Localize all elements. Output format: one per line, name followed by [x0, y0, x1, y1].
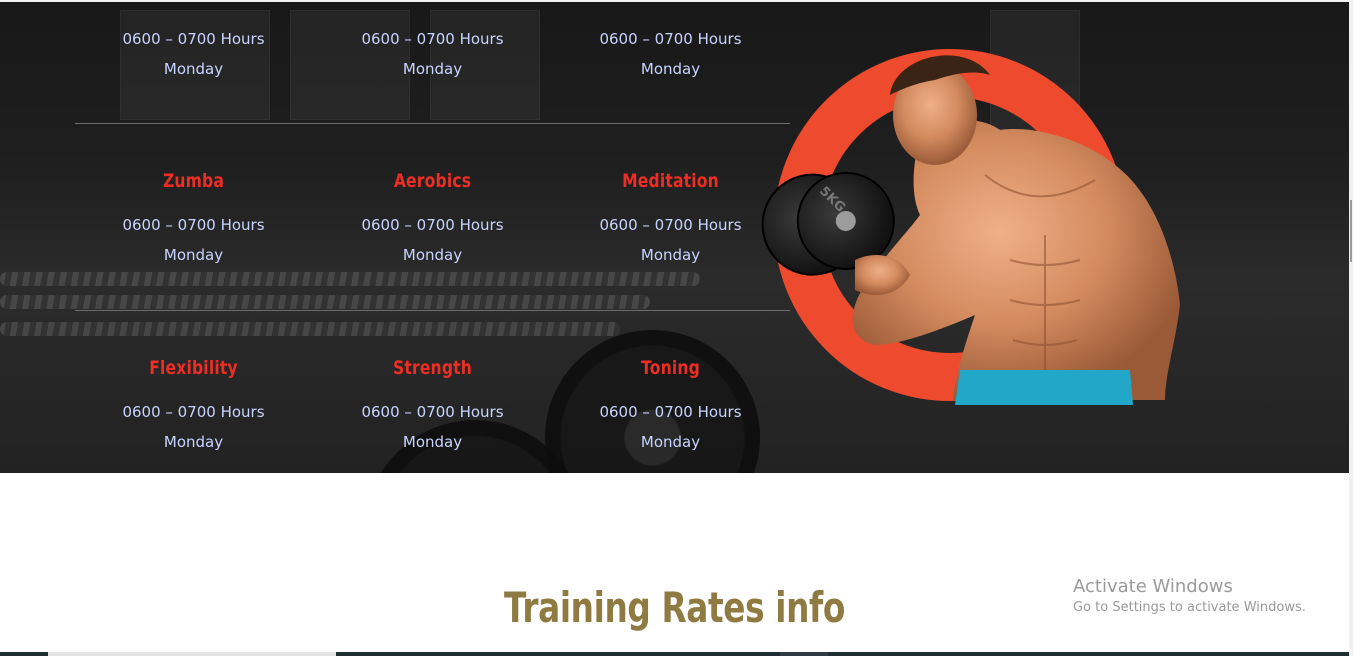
class-time: 0600 – 0700 Hours	[122, 403, 265, 421]
class-card: Strength 0600 – 0700 Hours Monday	[313, 357, 552, 457]
class-time: 0600 – 0700 Hours	[361, 216, 504, 234]
class-card: Flexibility 0600 – 0700 Hours Monday	[74, 357, 313, 457]
watermark-title: Activate Windows	[1073, 576, 1233, 597]
scrollbar-thumb[interactable]	[1350, 200, 1352, 262]
class-day: Monday	[163, 246, 224, 264]
pricing-card-edge	[0, 652, 48, 656]
class-name: Aerobics	[393, 170, 472, 192]
athlete-shorts	[955, 370, 1133, 405]
top-border	[0, 0, 1349, 2]
schedule-divider	[75, 123, 790, 124]
class-day: Monday	[402, 60, 463, 78]
class-card: 0600 – 0700 Hours Monday	[313, 24, 552, 84]
class-day: Monday	[640, 433, 701, 451]
class-name: Flexibility	[149, 357, 238, 379]
background-rope	[0, 295, 650, 309]
pricing-card-edge	[828, 652, 1349, 656]
class-card: Zumba 0600 – 0700 Hours Monday	[74, 170, 313, 270]
class-day: Monday	[402, 433, 463, 451]
pricing-card-edge	[780, 652, 828, 656]
class-time: 0600 – 0700 Hours	[122, 216, 265, 234]
class-time: 0600 – 0700 Hours	[361, 403, 504, 421]
class-time: 0600 – 0700 Hours	[122, 30, 265, 48]
class-time: 0600 – 0700 Hours	[361, 30, 504, 48]
class-day: Monday	[402, 246, 463, 264]
windows-activation-watermark: Activate Windows Go to Settings to activ…	[1073, 576, 1306, 615]
bodybuilder-hero-image: 5KG	[761, 49, 1180, 405]
pricing-card-edge	[336, 652, 780, 656]
class-name: Strength	[392, 357, 473, 379]
class-day: Monday	[163, 433, 224, 451]
class-card: 0600 – 0700 Hours Monday	[74, 24, 313, 84]
pricing-card-edge	[48, 652, 336, 656]
class-day: Monday	[163, 60, 224, 78]
schedule-divider	[75, 310, 790, 311]
class-card: Aerobics 0600 – 0700 Hours Monday	[313, 170, 552, 270]
training-rates-heading: Training Rates info	[503, 583, 845, 632]
class-name: Zumba	[162, 170, 225, 192]
background-rope	[0, 272, 700, 286]
watermark-subtitle: Go to Settings to activate Windows.	[1073, 600, 1306, 615]
class-schedule-section: 0600 – 0700 Hours Monday 0600 – 0700 Hou…	[0, 0, 1349, 473]
scrollbar-track[interactable]	[1349, 0, 1353, 656]
background-rope	[0, 322, 620, 336]
